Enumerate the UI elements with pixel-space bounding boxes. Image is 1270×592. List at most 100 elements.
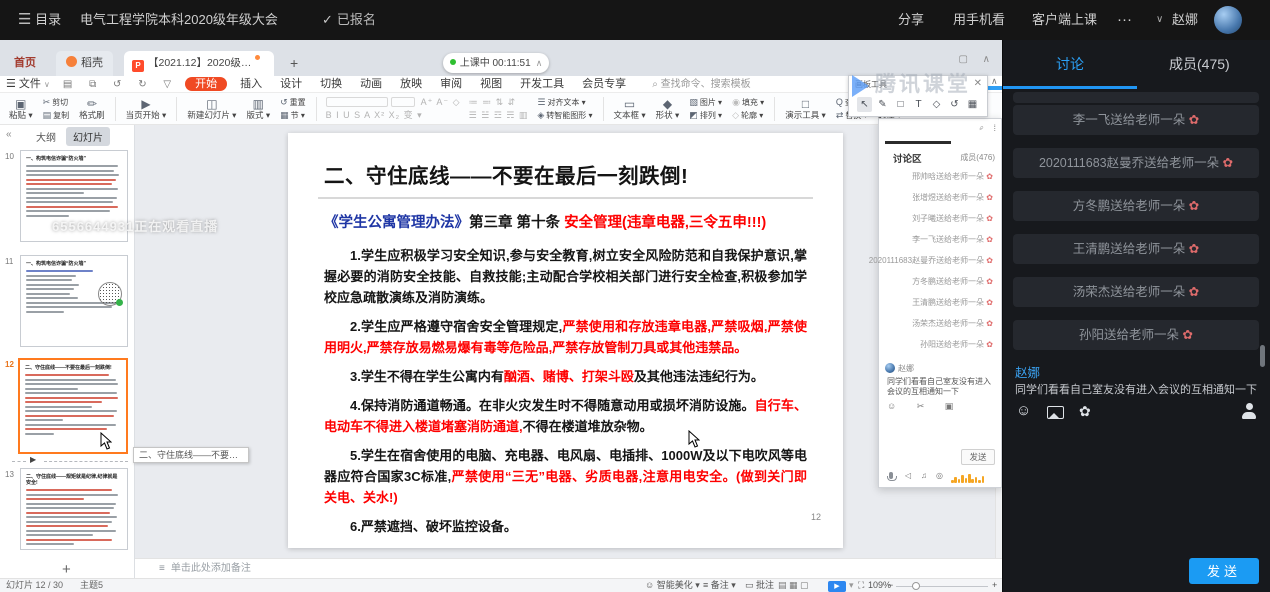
current-slide[interactable]: 二、守住底线——不要在最后一刻跌倒! 《学生公寓管理办法》第三章 第十条 安全管… — [288, 133, 843, 548]
tab-outline[interactable]: 大纲 — [36, 129, 56, 144]
menu-插入[interactable]: 插入 — [231, 76, 271, 92]
file-menu[interactable]: ☰ 文件 ∨ — [6, 78, 50, 90]
toolbar-stack[interactable]: ↺重置▦节 ▾ — [280, 96, 306, 122]
pin-icon[interactable]: ♀ — [976, 122, 988, 134]
text-tool-icon[interactable]: T — [911, 97, 926, 112]
cursor-tool-icon[interactable]: ↖ — [857, 97, 872, 112]
font-controls[interactable]: A⁺ A⁻ ◇B I U S A X² X₂ 变 ▾ — [326, 96, 461, 122]
slide-thumbnail-11[interactable]: 一、构筑电信诈骗“防火墙” — [20, 255, 128, 347]
mini-chat-input-icons[interactable]: ☺ ✂ ▣ — [887, 401, 962, 412]
toolbar-stack[interactable]: ✂剪切▤复制 — [43, 96, 70, 122]
insert-slide-indicator[interactable]: ▶ — [0, 455, 135, 467]
image-icon[interactable] — [1047, 406, 1064, 419]
share-button[interactable]: 分享 — [898, 0, 924, 40]
menu-开发工具[interactable]: 开发工具 — [511, 76, 573, 92]
command-search[interactable]: ⌕ 查找命令、搜索模板 — [652, 79, 750, 90]
registered-badge[interactable]: ✓已报名 — [322, 0, 376, 40]
notes-bar[interactable]: ≡单击此处添加备注 — [135, 558, 1002, 578]
add-slide-button[interactable]: + — [62, 561, 71, 578]
watch-on-phone-button[interactable]: 用手机看 — [953, 0, 1005, 40]
menu-开始[interactable]: 开始 — [185, 77, 227, 91]
fit-icon[interactable]: ⛶ — [858, 579, 864, 592]
client-class-button[interactable]: 客户端上课 — [1032, 0, 1097, 40]
toolbar-stack[interactable]: ▧图片 ▾◩排列 ▾ — [689, 96, 722, 122]
slide-thumbnail-12[interactable]: 二、守住底线——不要在最后一刻跌倒! — [18, 358, 128, 454]
toolbar-剪切[interactable]: ✂剪切 — [43, 96, 70, 109]
quick-access-icons[interactable]: ▤ ⧉ ↺ ↻ ▽ — [63, 79, 178, 90]
member-raise-icon[interactable] — [1241, 403, 1259, 420]
toolbar-图片[interactable]: ▧图片 ▾ — [689, 96, 722, 109]
zoom-out-button[interactable]: − — [888, 579, 893, 592]
toolbar-stack[interactable]: ☰对齐文本 ▾◈转智能图形 ▾ — [537, 96, 592, 122]
notes-toggle[interactable]: ≡ 备注 ▾ — [703, 579, 736, 592]
toolbar-复制[interactable]: ▤复制 — [43, 109, 70, 122]
tab-members[interactable]: 成员(475) — [1169, 54, 1230, 74]
toolbar-形状[interactable]: ◆形状 ▾ — [656, 98, 680, 120]
menu-放映[interactable]: 放映 — [391, 76, 431, 92]
menu-会员专享[interactable]: 会员专享 — [573, 76, 635, 92]
menu-审阅[interactable]: 审阅 — [431, 76, 471, 92]
record-icon[interactable]: ◎ — [936, 471, 943, 480]
undo-tool-icon[interactable]: ↺ — [947, 97, 962, 112]
toolbar-粘贴[interactable]: ▣粘贴 ▾ — [9, 98, 33, 120]
slide-thumbnail-10[interactable]: 一、构筑电信诈骗“防火墙” — [20, 150, 128, 242]
avatar[interactable] — [1214, 6, 1242, 34]
chat-scrollbar-thumb[interactable] — [1260, 345, 1265, 367]
menu-视图[interactable]: 视图 — [471, 76, 511, 92]
tab-home[interactable]: 首页 — [4, 51, 46, 76]
window-controls[interactable]: ▢ ∧ — [958, 54, 996, 65]
new-tab-button[interactable]: + — [280, 51, 308, 76]
comments-toggle[interactable]: ▭ 批注 — [745, 579, 774, 592]
flower-gift-icon[interactable]: ✿ — [1079, 403, 1091, 420]
slideshow-dropdown[interactable]: ▾ — [849, 579, 854, 592]
toolbar-对齐文本[interactable]: ☰对齐文本 ▾ — [537, 96, 592, 109]
drag-handle[interactable] — [885, 141, 951, 144]
tab-discussion[interactable]: 讨论 — [1056, 54, 1084, 74]
speaker-icon[interactable]: ◁ — [905, 471, 911, 480]
toolbar-文本框[interactable]: ▭文本框 ▾ — [614, 98, 646, 120]
zoom-in-button[interactable]: + — [992, 579, 997, 592]
mini-discussion-panel[interactable]: ♀ ⁞ 讨论区 成员(476) 邢帅晗送给老师一朵 ✿张增煜送给老师一朵 ✿刘子… — [878, 118, 1002, 488]
beautify-button[interactable]: ☺ 智能美化 ▾ — [645, 579, 700, 592]
toolbar-重置[interactable]: ↺重置 — [280, 96, 306, 109]
zoom-slider[interactable] — [896, 586, 988, 587]
username[interactable]: 赵娜 — [1172, 0, 1198, 40]
class-timer-pill[interactable]: 上课中 00:11:51∧ — [443, 53, 549, 73]
toolbar-排列[interactable]: ◩排列 ▾ — [689, 109, 722, 122]
slideshow-button[interactable]: ▶ — [828, 581, 846, 592]
menu-动画[interactable]: 动画 — [351, 76, 391, 92]
zoom-slider-knob[interactable] — [912, 582, 920, 590]
music-icon[interactable]: ♫ — [921, 471, 927, 480]
toolbar-演示工具[interactable]: □演示工具 ▾ — [785, 98, 826, 120]
tab-docer[interactable]: 稻壳 — [56, 51, 113, 76]
rect-tool-icon[interactable]: □ — [893, 97, 908, 112]
collapse-panel-button[interactable]: « — [6, 129, 12, 140]
toolbar-转智能图形[interactable]: ◈转智能图形 ▾ — [537, 109, 592, 122]
more-button[interactable]: ··· — [1117, 0, 1132, 40]
eraser-tool-icon[interactable]: ◇ — [929, 97, 944, 112]
paragraph-align-icons[interactable]: ≔ ≕ ⇅ ⇵☰ ☱ ☲ ☴ ▥ — [469, 96, 529, 122]
chevron-down-icon[interactable]: ∨ — [1156, 0, 1163, 40]
toolbar-轮廓[interactable]: ◇轮廓 ▾ — [732, 109, 764, 122]
hamburger-menu[interactable]: ☰ 目录 — [18, 0, 61, 40]
toolbar-当页开始[interactable]: ▶当页开始 ▾ — [126, 98, 167, 120]
mini-send-button[interactable]: 发送 — [961, 449, 995, 465]
menu-设计[interactable]: 设计 — [271, 76, 311, 92]
toolbar-stack[interactable]: ◉填充 ▾◇轮廓 ▾ — [732, 96, 764, 122]
emoji-icon[interactable]: ☺ — [1016, 402, 1031, 419]
more-dots-icon[interactable]: ⁞ — [993, 123, 996, 133]
microphone-icon[interactable] — [889, 472, 893, 479]
close-icon[interactable]: ✕ — [974, 78, 982, 89]
toolbar-节[interactable]: ▦节 ▾ — [280, 109, 306, 122]
toolbar-填充[interactable]: ◉填充 ▾ — [732, 96, 764, 109]
toolbar-版式[interactable]: ▥版式 ▾ — [246, 98, 270, 120]
toolbar-格式刷[interactable]: ✏格式刷 — [79, 98, 105, 120]
pen-tool-icon[interactable]: ✎ — [875, 97, 890, 112]
mini-chat-members[interactable]: 成员(476) — [960, 152, 995, 163]
annotation-toolbar[interactable]: 画板工具 ✕ ↖✎□T◇↺▦ — [848, 75, 988, 117]
view-mode-icons[interactable]: ▤ ▦ ▢ — [778, 579, 809, 592]
toolbar-新建幻灯片[interactable]: ◫新建幻灯片 ▾ — [187, 98, 236, 120]
send-button[interactable]: 发送 — [1189, 558, 1259, 584]
slide-thumbnail-13[interactable]: 二、守住底线——规矩就是纪律,纪律就是安全! — [20, 468, 128, 550]
collapse-caret-icon[interactable]: ∧ — [991, 76, 998, 87]
